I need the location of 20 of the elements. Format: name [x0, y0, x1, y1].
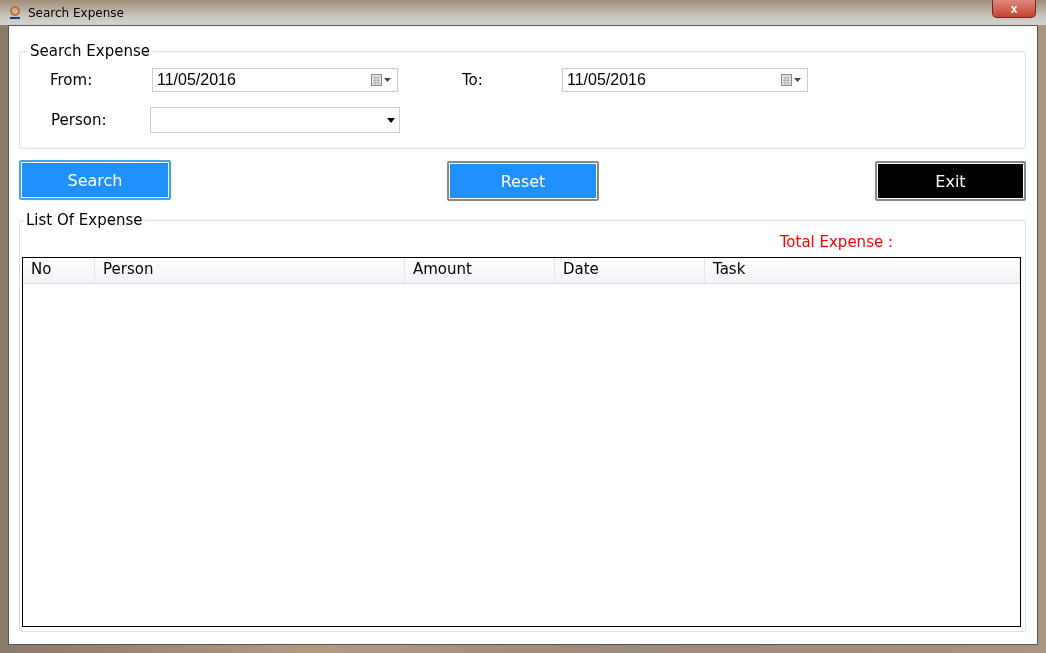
window-title: Search Expense: [28, 5, 124, 20]
date-picker[interactable]: 11/05/2016: [152, 68, 398, 92]
field-label: Person:: [50, 111, 108, 129]
close-button[interactable]: x: [992, 0, 1036, 18]
calendar-dropdown-icon[interactable]: [781, 74, 803, 86]
column-header[interactable]: Amount: [405, 258, 555, 283]
dropdown-arrow-icon: [387, 117, 395, 123]
column-header[interactable]: Task: [705, 258, 1020, 283]
field-label: To:: [461, 71, 484, 89]
action-button[interactable]: Exit: [875, 161, 1026, 201]
column-header[interactable]: Person: [95, 258, 405, 283]
column-header[interactable]: Date: [555, 258, 705, 283]
app-icon: [8, 4, 22, 21]
group-title: Search Expense: [29, 42, 151, 60]
date-picker[interactable]: 11/05/2016: [562, 68, 808, 92]
group-title: List Of Expense: [25, 211, 144, 229]
field-label: From:: [49, 71, 94, 89]
total-label: Total Expense :: [779, 233, 893, 251]
calendar-dropdown-icon[interactable]: [371, 74, 393, 86]
column-header[interactable]: No: [23, 258, 95, 283]
